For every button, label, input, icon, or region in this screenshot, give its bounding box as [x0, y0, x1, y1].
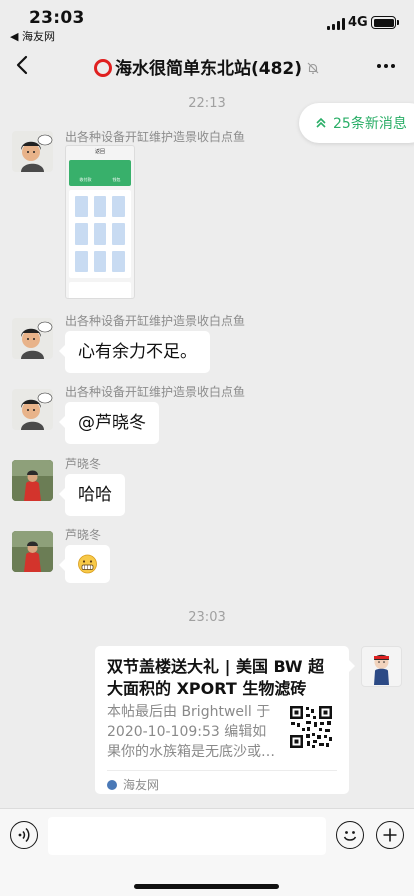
chat-header: 海水很简单东北站(482) — [0, 44, 414, 88]
text-message[interactable]: 哈哈 — [59, 474, 125, 516]
thumb-tile-b: 钱包 — [112, 177, 121, 182]
red-circle-icon — [93, 59, 112, 77]
status-bar: 23:03 ◀ 海友网 4G — [0, 0, 414, 44]
sender-name: 出各种设备开缸维护造景收白点鱼 — [65, 385, 246, 399]
thumb-green-panel: 收付款 钱包 — [69, 160, 131, 186]
thumb-tile-a: 收付款 — [79, 177, 92, 182]
thumb-cell — [93, 223, 107, 245]
signal-icon — [327, 18, 345, 30]
thumb-cell — [93, 196, 107, 218]
link-card-source-name: 海友网 — [123, 778, 160, 792]
chat-title-text: 海水很简单东北站(482) — [114, 59, 303, 79]
avatar[interactable] — [12, 531, 53, 572]
sender-name: 出各种设备开缸维护造景收白点鱼 — [65, 314, 246, 328]
sender-name: 出各种设备开缸维护造景收白点鱼 — [65, 130, 246, 144]
thumb-cell — [75, 250, 88, 272]
grimace-emoji-icon — [78, 554, 97, 574]
text-message[interactable]: 心有余力不足。 — [59, 331, 210, 373]
image-message[interactable]: 返回 收付款 钱包 — [65, 145, 135, 299]
emoji-icon — [343, 831, 357, 841]
cartoon-avatar-icon — [21, 392, 53, 430]
voice-icon — [18, 827, 30, 843]
voice-button[interactable] — [10, 821, 38, 849]
source-app-icon — [107, 779, 117, 790]
add-icon — [383, 828, 397, 842]
cartoon-avatar-icon — [21, 134, 53, 172]
photo-avatar-icon — [12, 531, 53, 572]
sender-name: 芦晓冬 — [65, 457, 102, 471]
input-bar — [0, 808, 414, 896]
back-to-app-link[interactable]: ◀ 海友网 — [10, 28, 55, 44]
more-dot — [391, 64, 395, 68]
thumb-cell — [75, 196, 88, 218]
more-dot — [384, 64, 388, 68]
emoji-button[interactable] — [336, 821, 364, 849]
thumb-header: 返回 — [94, 149, 105, 155]
message-input[interactable] — [48, 817, 326, 855]
link-card-source: 海友网 — [107, 770, 337, 793]
mute-bell-icon — [307, 62, 319, 74]
battery-icon — [371, 16, 399, 29]
thumb-cell — [112, 196, 125, 218]
thumb-cell — [112, 250, 125, 272]
avatar[interactable] — [12, 318, 53, 359]
thumb-cell — [93, 250, 107, 272]
chat-title: 海水很简单东北站(482) — [0, 54, 414, 79]
link-card[interactable]: 双节盖楼送大礼 | 美国 BW 超大面积的 XPORT 生物滤砖等… 本帖最后由… — [95, 646, 355, 794]
cartoon-avatar-icon — [21, 321, 53, 359]
avatar[interactable] — [12, 460, 53, 501]
thumb-cell — [75, 223, 88, 245]
self-avatar[interactable] — [361, 646, 402, 687]
avatar[interactable] — [12, 131, 53, 172]
status-time: 23:03 — [29, 8, 85, 28]
add-button[interactable] — [376, 821, 404, 849]
home-indicator[interactable] — [134, 884, 279, 889]
qr-code-icon — [288, 704, 334, 750]
double-chevron-up-icon — [316, 117, 326, 128]
more-dots-icon — [377, 64, 381, 68]
timestamp: 23:03 — [188, 610, 226, 625]
sender-name: 芦晓冬 — [65, 528, 102, 542]
cartoon-avatar-icon — [374, 654, 389, 685]
new-messages-label: 25条新消息 — [333, 116, 407, 132]
avatar[interactable] — [12, 389, 53, 430]
link-card-title: 双节盖楼送大礼 | 美国 BW 超大面积的 XPORT 生物滤砖等… — [107, 657, 325, 698]
link-card-description: 本帖最后由 Brightwell 于 2020-10-109:53 编辑如果你的… — [107, 704, 275, 760]
text-message[interactable]: @芦晓冬 — [59, 402, 159, 444]
timestamp: 22:13 — [188, 96, 226, 111]
network-type: 4G — [348, 15, 368, 30]
photo-avatar-icon — [12, 460, 53, 501]
thumb-grid — [69, 190, 131, 278]
more-button[interactable] — [374, 56, 398, 76]
thumb-footer — [69, 282, 131, 298]
thumb-cell — [112, 223, 125, 245]
